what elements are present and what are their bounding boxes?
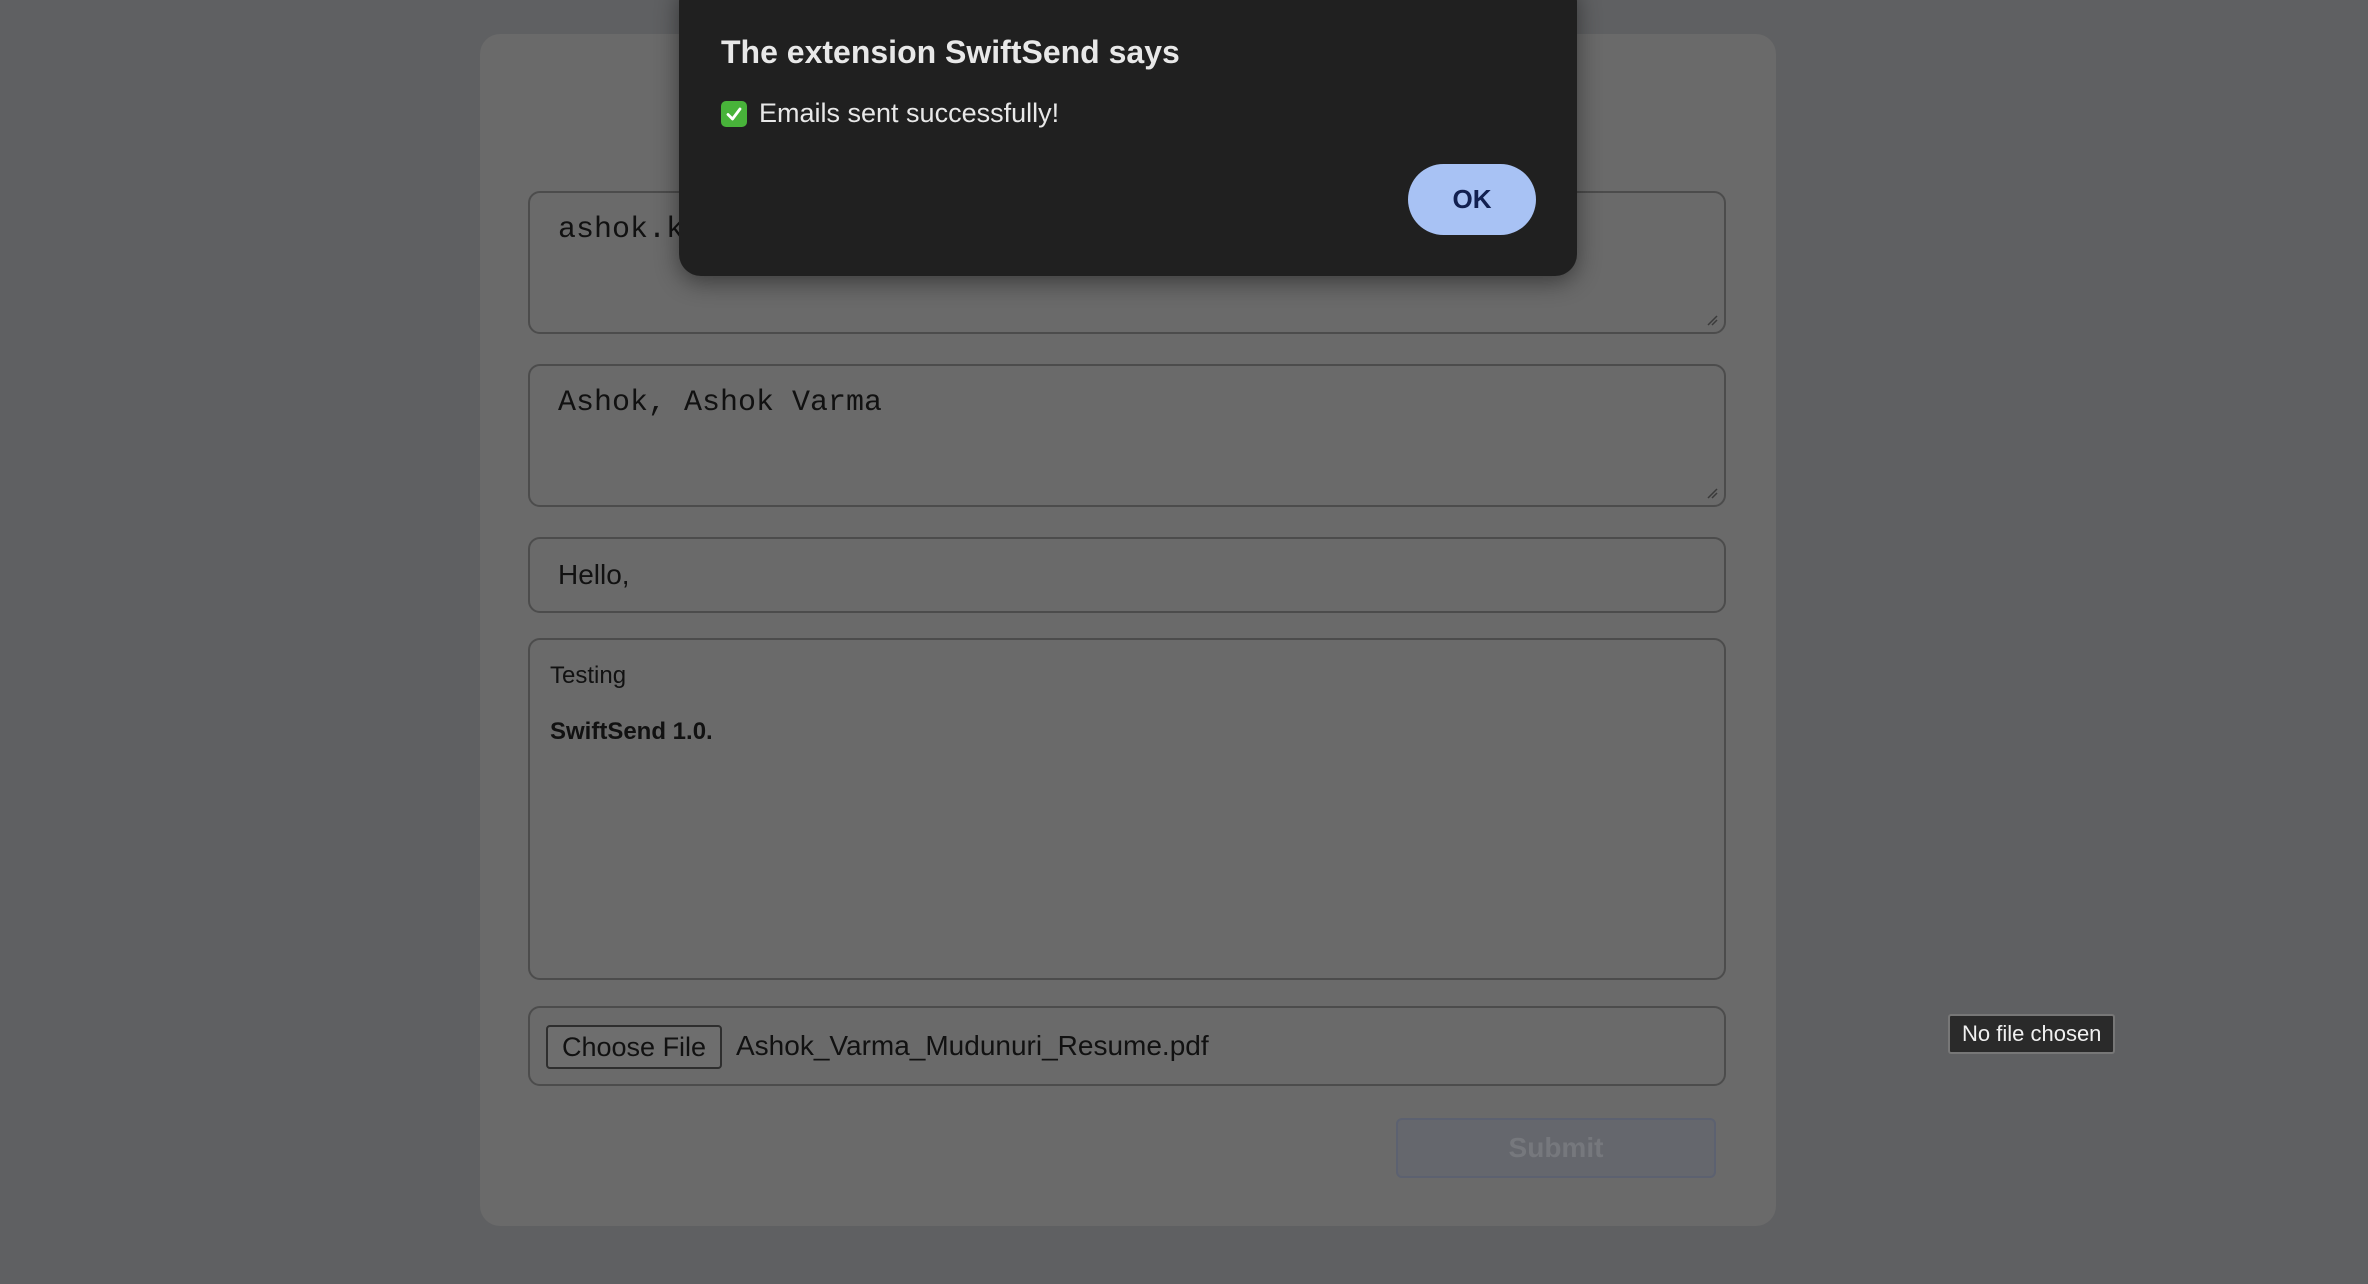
attached-file-name: Ashok_Varma_Mudunuri_Resume.pdf [736, 1030, 1209, 1061]
recipient-emails-value: ashok.k [558, 213, 685, 247]
check-mark-icon [721, 100, 747, 127]
dialog-title: The extension SwiftSend says [721, 34, 1180, 70]
file-input-tooltip: No file chosen [1948, 1014, 2116, 1054]
dialog-message: Emails sent successfully! [721, 98, 1059, 129]
message-body-editor[interactable]: Testing SwiftSend 1.0. [528, 638, 1726, 980]
recipient-names-value: Ashok, Ashok Varma [558, 386, 883, 420]
body-text-line: Testing [550, 662, 627, 689]
ok-button[interactable]: OK [1408, 164, 1536, 235]
attachment-file-input: Choose File Ashok_Varma_Mudunuri_Resume.… [528, 1006, 1726, 1086]
submit-button[interactable]: Submit [1396, 1118, 1716, 1178]
extension-alert-dialog: The extension SwiftSend says Emails sent… [679, 0, 1577, 276]
resize-grip-icon[interactable] [1706, 314, 1718, 326]
dialog-message-text: Emails sent successfully! [759, 98, 1060, 128]
choose-file-button[interactable]: Choose File [546, 1025, 723, 1069]
subject-value: Hello, [558, 559, 630, 590]
body-signature-line: SwiftSend 1.0. [550, 718, 713, 745]
resize-grip-icon[interactable] [1706, 487, 1718, 499]
recipient-names-textarea[interactable]: Ashok, Ashok Varma [528, 364, 1726, 507]
subject-input[interactable]: Hello, [528, 537, 1726, 613]
